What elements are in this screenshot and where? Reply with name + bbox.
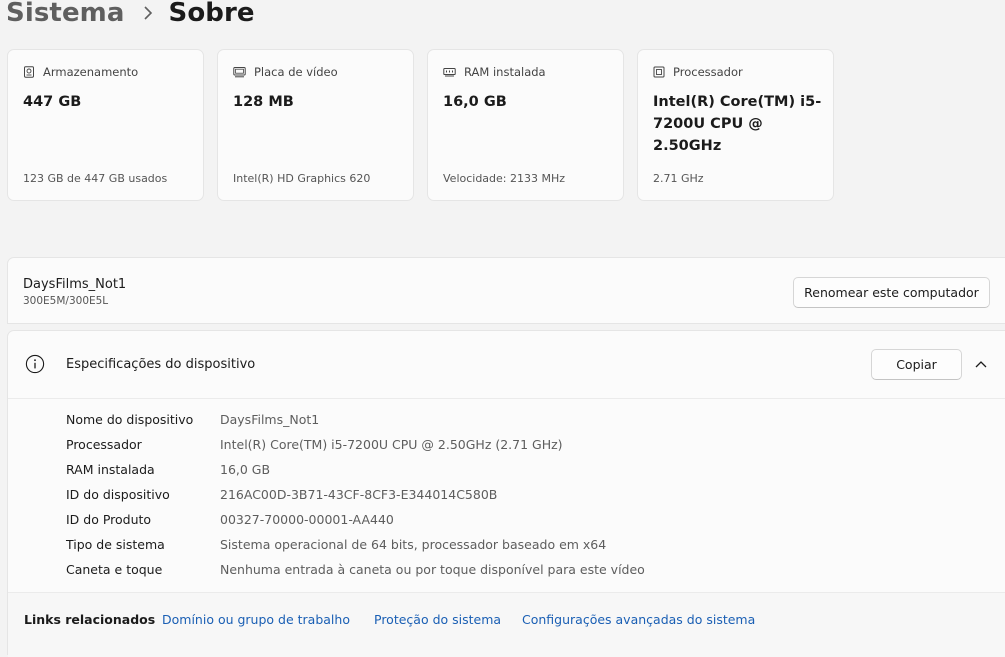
spec-value: Sistema operacional de 64 bits, processa… xyxy=(220,537,607,552)
link-domain-workgroup[interactable]: Domínio ou grupo de trabalho xyxy=(162,612,350,627)
card-subtext: 2.71 GHz xyxy=(653,172,704,185)
card-label: Processador xyxy=(673,65,743,79)
card-ram[interactable]: RAM instalada 16,0 GB Velocidade: 2133 M… xyxy=(427,49,624,201)
related-links-label: Links relacionados xyxy=(24,612,156,627)
display-adapter-icon xyxy=(233,67,246,78)
chevron-up-icon[interactable] xyxy=(974,358,988,370)
spec-row: ID do dispositivo 216AC00D-3B71-43CF-8CF… xyxy=(66,482,645,507)
card-subtext: Velocidade: 2133 MHz xyxy=(443,172,566,185)
card-label: RAM instalada xyxy=(464,65,546,79)
card-subtext: 123 GB de 447 GB usados xyxy=(23,172,168,185)
device-name: DaysFilms_Not1 xyxy=(23,277,127,292)
related-links-bar: Links relacionados Domínio ou grupo de t… xyxy=(8,592,1005,657)
card-subtext: Intel(R) HD Graphics 620 xyxy=(233,172,371,185)
spec-value: 00327-70000-00001-AA440 xyxy=(220,512,394,527)
spec-label: ID do Produto xyxy=(66,512,152,527)
link-advanced-system-settings[interactable]: Configurações avançadas do sistema xyxy=(522,612,755,627)
specs-title: Especificações do dispositivo xyxy=(66,357,256,372)
card-value: 447 GB xyxy=(23,94,82,110)
spec-row: Processador Intel(R) Core(TM) i5-7200U C… xyxy=(66,432,645,457)
page-title: Sobre xyxy=(168,0,255,28)
summary-cards: Armazenamento 447 GB 123 GB de 447 GB us… xyxy=(7,49,834,201)
spec-label: ID do dispositivo xyxy=(66,487,170,502)
spec-row: Nome do dispositivo DaysFilms_Not1 xyxy=(66,407,645,432)
card-header: Armazenamento xyxy=(23,65,138,79)
spec-value: 16,0 GB xyxy=(220,462,271,477)
spec-value: DaysFilms_Not1 xyxy=(220,412,320,427)
spec-row: Caneta e toque Nenhuma entrada à caneta … xyxy=(66,557,645,582)
device-name-panel: DaysFilms_Not1 300E5M/300E5L Renomear es… xyxy=(7,257,1005,324)
spec-label: RAM instalada xyxy=(66,462,155,477)
ram-icon xyxy=(443,68,456,77)
device-model: 300E5M/300E5L xyxy=(23,295,109,307)
spec-label: Tipo de sistema xyxy=(66,537,165,552)
processor-icon xyxy=(653,66,665,78)
copy-button[interactable]: Copiar xyxy=(871,349,962,380)
spec-label: Processador xyxy=(66,437,142,452)
card-value: 128 MB xyxy=(233,94,294,110)
card-processor[interactable]: Processador Intel(R) Core(TM) i5-7200U C… xyxy=(637,49,834,201)
spec-row: RAM instalada 16,0 GB xyxy=(66,457,645,482)
rename-computer-button[interactable]: Renomear este computador xyxy=(793,277,990,308)
card-storage[interactable]: Armazenamento 447 GB 123 GB de 447 GB us… xyxy=(7,49,204,201)
card-display-adapter[interactable]: Placa de vídeo 128 MB Intel(R) HD Graphi… xyxy=(217,49,414,201)
specs-header[interactable]: Especificações do dispositivo Copiar xyxy=(8,331,1005,399)
breadcrumb-parent-sistema[interactable]: Sistema xyxy=(6,0,125,28)
spec-list: Nome do dispositivo DaysFilms_Not1 Proce… xyxy=(66,407,645,582)
card-header: RAM instalada xyxy=(443,65,546,79)
spec-value: Intel(R) Core(TM) i5-7200U CPU @ 2.50GHz… xyxy=(220,437,563,452)
storage-icon xyxy=(24,66,34,78)
spec-value: Nenhuma entrada à caneta ou por toque di… xyxy=(220,562,645,577)
card-header: Placa de vídeo xyxy=(233,65,338,79)
info-icon xyxy=(25,354,45,374)
chevron-right-icon xyxy=(143,6,152,20)
card-header: Processador xyxy=(653,65,743,79)
card-label: Placa de vídeo xyxy=(254,65,338,79)
card-label: Armazenamento xyxy=(43,65,139,79)
spec-label: Nome do dispositivo xyxy=(66,412,194,427)
spec-row: Tipo de sistema Sistema operacional de 6… xyxy=(66,532,645,557)
link-system-protection[interactable]: Proteção do sistema xyxy=(374,612,501,627)
spec-row: ID do Produto 00327-70000-00001-AA440 xyxy=(66,507,645,532)
card-value: 16,0 GB xyxy=(443,94,507,110)
card-value: Intel(R) Core(TM) i5-7200U CPU @ 2.50GHz xyxy=(653,94,822,154)
breadcrumb: Sistema Sobre xyxy=(6,0,255,33)
spec-value: 216AC00D-3B71-43CF-8CF3-E344014C580B xyxy=(220,487,498,502)
spec-label: Caneta e toque xyxy=(66,562,163,577)
device-specifications-panel: Especificações do dispositivo Copiar Nom… xyxy=(7,330,1005,657)
